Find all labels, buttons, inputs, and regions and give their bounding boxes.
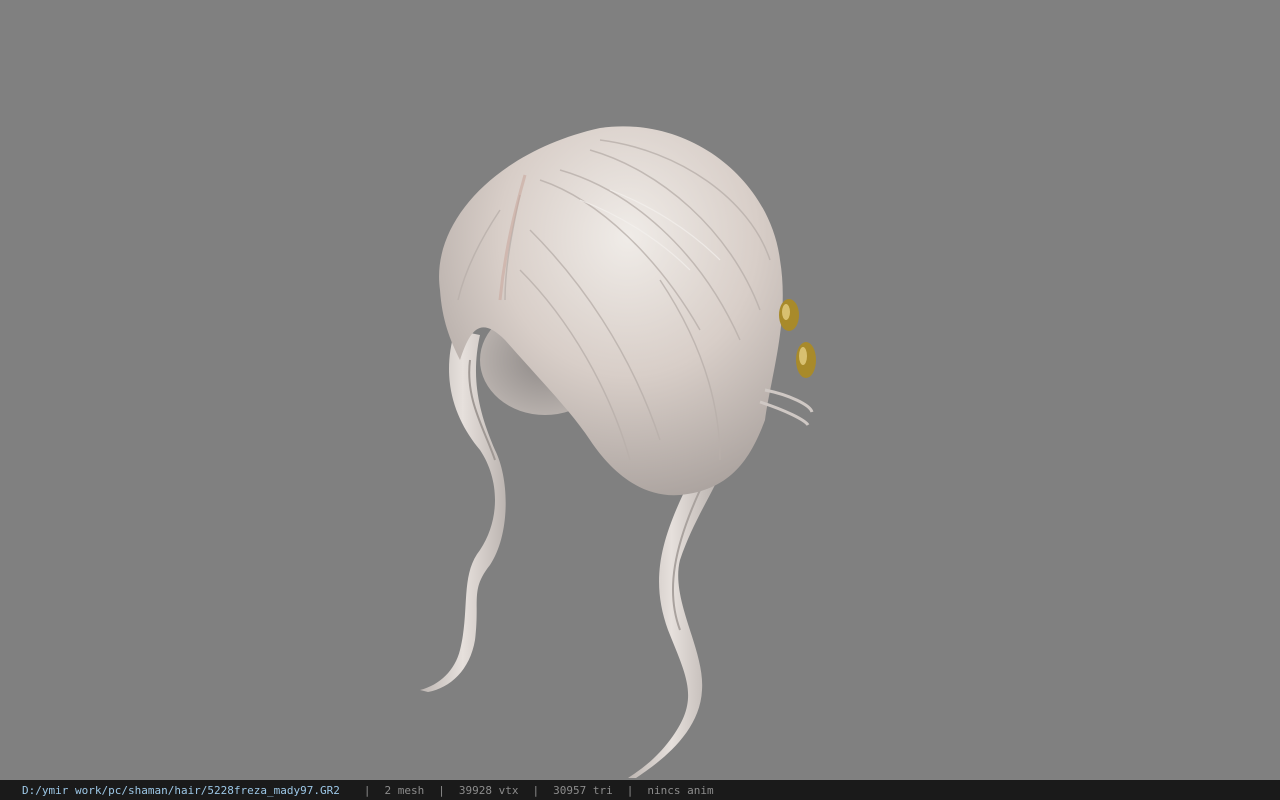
hair-model-icon xyxy=(420,126,816,778)
3d-viewport[interactable] xyxy=(0,0,1280,780)
triangle-count: 30957 tri xyxy=(553,783,613,797)
separator: | xyxy=(363,783,371,797)
file-path: D:/ymir work/pc/shaman/hair/5228freza_ma… xyxy=(22,783,340,797)
separator: | xyxy=(438,783,445,797)
mesh-count: 2 mesh xyxy=(384,783,425,797)
separator: | xyxy=(626,783,634,797)
separator: | xyxy=(532,783,540,797)
vertex-count: 39928 vtx xyxy=(458,783,519,797)
status-bar: D:/ymir work/pc/shaman/hair/5228freza_ma… xyxy=(0,780,1280,800)
anim-status: nincs anim xyxy=(647,783,714,797)
